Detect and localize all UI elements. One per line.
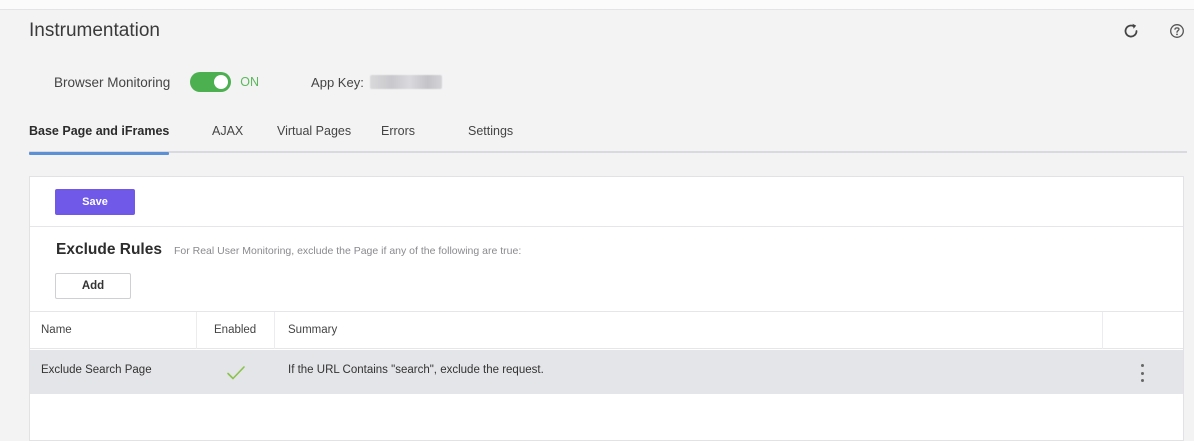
save-button[interactable]: Save — [55, 189, 135, 215]
table-row[interactable]: Exclude Search Page If the URL Contains … — [30, 350, 1183, 394]
row-name: Exclude Search Page — [41, 364, 152, 376]
row-summary: If the URL Contains "search", exclude th… — [288, 364, 544, 376]
enabled-check-icon — [226, 365, 246, 386]
table-header: Name Enabled Summary — [30, 312, 1183, 349]
tab-base-page-and-iframes[interactable]: Base Page and iFrames — [29, 120, 170, 155]
column-separator — [1102, 312, 1103, 349]
refresh-icon[interactable] — [1118, 18, 1144, 44]
browser-monitoring-row: Browser Monitoring ON App Key: — [54, 70, 442, 94]
tab-errors[interactable]: Errors — [381, 120, 415, 153]
add-rule-button[interactable]: Add — [55, 273, 131, 299]
exclude-rules-description: For Real User Monitoring, exclude the Pa… — [173, 245, 522, 257]
exclude-rules-header: Exclude Rules For Real User Monitoring, … — [56, 241, 521, 259]
exclude-rules-title: Exclude Rules — [56, 241, 162, 258]
column-separator — [274, 312, 275, 349]
browser-monitoring-toggle[interactable] — [190, 72, 232, 92]
page-title: Instrumentation — [29, 20, 160, 41]
tab-settings[interactable]: Settings — [468, 120, 513, 153]
top-strip — [0, 0, 1194, 10]
content-panel: Save Exclude Rules For Real User Monitor… — [29, 176, 1184, 441]
browser-monitoring-label: Browser Monitoring — [54, 74, 171, 90]
app-key-label: App Key: — [311, 74, 364, 90]
app-key-value-redacted — [369, 75, 442, 89]
tab-virtual-pages[interactable]: Virtual Pages — [277, 120, 351, 153]
toggle-knob — [214, 75, 229, 89]
toggle-state-text: ON — [240, 75, 260, 89]
tab-ajax[interactable]: AJAX — [212, 120, 243, 153]
column-header-name[interactable]: Name — [41, 312, 72, 349]
tab-bar: Base Page and iFrames AJAX Virtual Pages… — [29, 120, 1187, 155]
divider — [30, 226, 1183, 227]
column-separator — [196, 312, 197, 349]
help-icon[interactable] — [1164, 18, 1190, 44]
column-header-enabled[interactable]: Enabled — [214, 312, 256, 349]
column-header-summary[interactable]: Summary — [288, 312, 337, 349]
row-actions-kebab-icon[interactable] — [1135, 364, 1149, 382]
